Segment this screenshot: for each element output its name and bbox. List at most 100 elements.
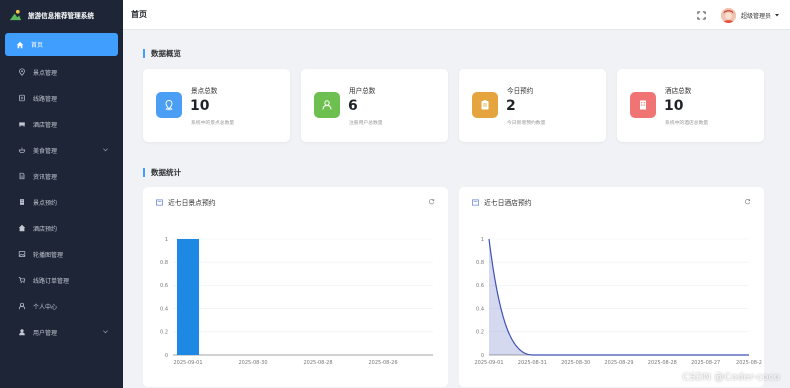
food-icon: [17, 145, 27, 155]
y-tick-label: 0.2: [476, 330, 484, 336]
sidebar: 旅游信息推荐管理系统 首页 景点管理 线路管理 酒店管理 美食管理 资讯管理 景…: [0, 0, 123, 388]
stats-title: 数据统计: [143, 168, 181, 177]
y-tick-label: 0.2: [160, 330, 168, 336]
y-tick-label: 0.6: [476, 283, 484, 289]
stat-value: 10: [664, 98, 684, 114]
x-tick-label: 2025-08-28: [303, 360, 332, 366]
stat-description: 系统中的景点总数量: [191, 121, 235, 126]
x-tick-label: 2025-08-31: [518, 360, 547, 366]
hotel-booking-chart: 0 0.2 0.4 0.6 0.8 1 2025-09-01 2025-08-31 2025-0…: [474, 237, 762, 366]
stat-description: 今日新增预约数量: [507, 121, 546, 126]
chart-icon: [156, 199, 163, 205]
x-tick-label: 2025-08-27: [691, 360, 720, 366]
header-actions: 超级管理员: [697, 0, 780, 30]
chart-icon: [472, 199, 479, 205]
user-name[interactable]: 超级管理员: [741, 11, 771, 20]
x-tick-label: 2025-08-26: [368, 360, 397, 366]
chart-title-text: 近七日酒店预约: [484, 199, 532, 207]
fullscreen-icon[interactable]: [697, 10, 706, 20]
y-tick-label: 0.6: [160, 283, 168, 289]
watermark: CSDN @Coder-coco: [682, 372, 780, 383]
document-icon: [17, 171, 27, 181]
bar: [177, 239, 199, 355]
sidebar-item-label: 美食管理: [33, 147, 58, 155]
sidebar-item-profile[interactable]: 个人中心: [0, 293, 123, 319]
stat-value: 2: [506, 98, 516, 114]
sidebar-item-routes[interactable]: 线路管理: [0, 85, 123, 111]
overview-title: 数据概览: [143, 49, 181, 58]
sidebar-item-attraction-booking[interactable]: 景点预约: [0, 189, 123, 215]
sidebar-item-label: 酒店预约: [33, 225, 58, 233]
page-title: 首页: [131, 10, 147, 19]
y-tick-label: 0: [481, 353, 484, 359]
stat-value: 6: [348, 98, 358, 114]
sidebar-item-hotel-booking[interactable]: 酒店预约: [0, 215, 123, 241]
user-icon: [17, 301, 27, 311]
brand[interactable]: 旅游信息推荐管理系统: [0, 0, 123, 30]
avatar[interactable]: [720, 7, 736, 23]
refresh-icon[interactable]: [428, 198, 435, 205]
hotel-booking-chart-panel: 近七日酒店预约 0 0.2 0.4 0.6 0.8 1 2025-09-01 2025-08-…: [459, 187, 764, 387]
refresh-icon[interactable]: [744, 198, 751, 205]
chevron-down-icon: [103, 330, 108, 334]
stat-card-hotels: 酒店总数 10 系统中的酒店总数量: [617, 69, 764, 142]
sidebar-item-label: 线路管理: [33, 95, 58, 103]
sidebar-item-carousel[interactable]: 轮播图管理: [0, 241, 123, 267]
stat-value: 10: [190, 98, 210, 114]
picture-icon: [17, 249, 27, 259]
sidebar-menu: 首页 景点管理 线路管理 酒店管理 美食管理 资讯管理 景点预约 酒店预约 轮播…: [0, 33, 123, 345]
y-tick-label: 1: [481, 237, 484, 243]
y-tick-label: 0.8: [476, 260, 484, 266]
main-content: 数据概览 景点总数 10 系统中的景点总数量 用户总数 6 注册用户总数量 今日…: [123, 30, 790, 388]
caret-down-icon[interactable]: [774, 12, 780, 18]
stat-label: 酒店总数: [665, 87, 692, 95]
stat-card-bookings: 今日预约 2 今日新增预约数量: [459, 69, 606, 142]
sidebar-item-hotels[interactable]: 酒店管理: [0, 111, 123, 137]
stat-description: 注册用户总数量: [349, 121, 383, 126]
series-line: [488, 238, 749, 356]
user-filled-icon: [17, 327, 27, 337]
chart-title: 近七日酒店预约: [472, 197, 532, 207]
chart-title: 近七日景点预约: [156, 197, 216, 207]
route-icon: [17, 93, 27, 103]
stat-label: 景点总数: [191, 87, 218, 95]
sidebar-item-attractions[interactable]: 景点管理: [0, 59, 123, 85]
attraction-booking-chart-panel: 近七日景点预约 0 0.2 0.4 0.6 0.8 1 2025-09-01 2025-08-…: [143, 187, 448, 387]
home-icon: [15, 40, 25, 50]
stat-card-attractions: 景点总数 10 系统中的景点总数量: [143, 69, 290, 142]
hotel-icon: [17, 119, 27, 129]
building-icon: [17, 197, 27, 207]
stat-card-users: 用户总数 6 注册用户总数量: [301, 69, 448, 142]
sidebar-item-users[interactable]: 用户管理: [0, 319, 123, 345]
stat-label: 今日预约: [507, 87, 534, 95]
building-icon: [630, 92, 656, 118]
sidebar-item-label: 景点预约: [33, 199, 58, 207]
x-tick-label: 2025-08-28: [648, 360, 677, 366]
x-tick-label: 2025-08-2: [736, 360, 762, 366]
sidebar-item-label: 个人中心: [33, 303, 58, 311]
app-logo-icon: [9, 9, 22, 20]
x-tick-label: 2025-09-01: [173, 360, 202, 366]
cart-icon: [17, 275, 27, 285]
sidebar-item-news[interactable]: 资讯管理: [0, 163, 123, 189]
home-icon: [17, 223, 27, 233]
sidebar-item-route-orders[interactable]: 线路订单管理: [0, 267, 123, 293]
sidebar-item-label: 首页: [31, 42, 44, 49]
y-tick-label: 0.8: [160, 260, 168, 266]
sidebar-item-label: 轮播图管理: [33, 251, 64, 259]
x-tick-label: 2025-09-01: [474, 360, 503, 366]
y-tick-label: 0.4: [160, 306, 168, 312]
y-tick-label: 0: [165, 353, 168, 359]
chart-title-text: 近七日景点预约: [168, 199, 216, 207]
location-icon: [156, 92, 182, 118]
clipboard-icon: [472, 92, 498, 118]
area-fill: [489, 239, 749, 355]
user-icon: [314, 92, 340, 118]
y-tick-label: 0.4: [476, 306, 484, 312]
x-tick-label: 2025-08-30: [561, 360, 590, 366]
sidebar-item-label: 景点管理: [33, 69, 58, 77]
chevron-down-icon: [103, 148, 108, 152]
sidebar-item-food[interactable]: 美食管理: [0, 137, 123, 163]
sidebar-item-home[interactable]: 首页: [5, 33, 118, 56]
y-tick-label: 1: [165, 237, 168, 243]
